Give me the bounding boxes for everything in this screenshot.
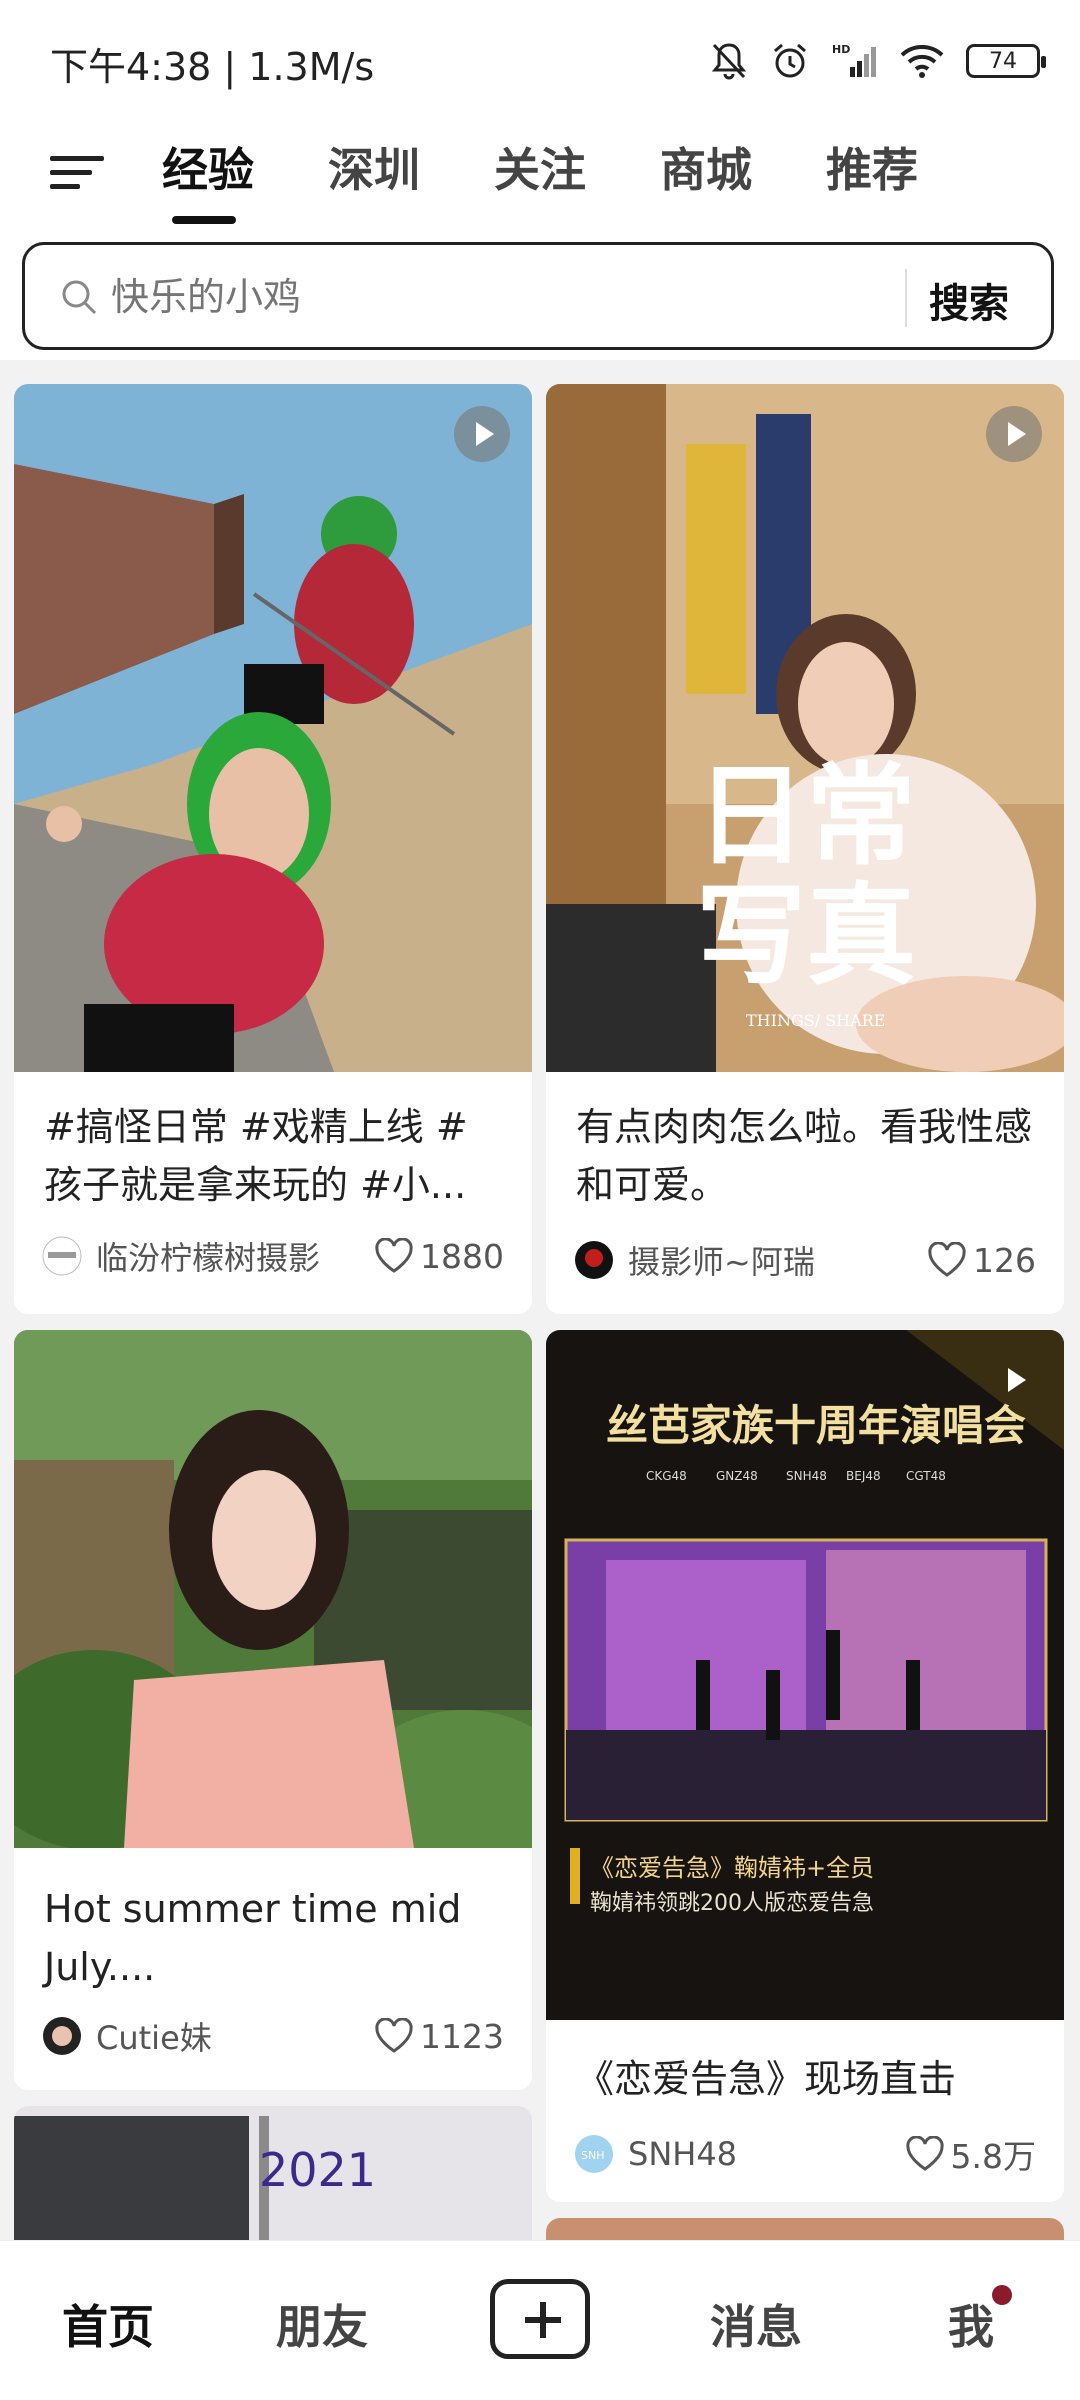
create-post-button[interactable] bbox=[490, 2279, 590, 2359]
post-meta: SNH SNH48 5.8万 bbox=[574, 2130, 1036, 2178]
top-nav: 经验 深圳 关注 商城 推荐 bbox=[0, 120, 1080, 230]
feed-card[interactable]: 日常 写真 THINGS/ SHARE 有点肉肉怎么啦。看我性感和可爱。 摄影师… bbox=[546, 384, 1064, 1314]
alarm-icon bbox=[774, 43, 806, 78]
post-thumbnail bbox=[14, 1330, 532, 1848]
image-caption-text: 《恋爱告急》鞠婧祎+全员 bbox=[590, 1854, 874, 1882]
author-avatar bbox=[575, 1241, 613, 1279]
tab-shangcheng[interactable]: 商城 bbox=[660, 134, 826, 214]
post-thumbnail: 丝芭家族十周年演唱会 CKG48 GNZ48 SNH48 BEJ48 CGT48… bbox=[546, 1330, 1064, 2020]
image-caption-text: CKG48 bbox=[646, 1469, 687, 1483]
like-count[interactable]: 126 bbox=[927, 1241, 1036, 1280]
post-title: #搞怪日常 #戏精上线 #孩子就是拿来玩的 #小... bbox=[44, 1105, 468, 1207]
svg-text:SNH: SNH bbox=[581, 2149, 604, 2162]
like-number: 1123 bbox=[420, 2016, 504, 2056]
post-thumbnail: 日常 写真 THINGS/ SHARE bbox=[546, 384, 1064, 1072]
status-icons: HD 74 bbox=[710, 36, 1046, 86]
feed-card[interactable]: #搞怪日常 #戏精上线 #孩子就是拿来玩的 #小... 临汾柠檬树摄影 1880 bbox=[14, 384, 532, 1314]
image-caption-text: CGT48 bbox=[906, 1469, 946, 1483]
author-name[interactable]: Cutie妹 bbox=[96, 2013, 374, 2059]
signal-icon: HD bbox=[832, 43, 876, 77]
search-bar: 搜索 bbox=[22, 242, 1054, 350]
post-thumbnail bbox=[14, 384, 532, 1072]
tab-tuijian[interactable]: 推荐 bbox=[826, 134, 992, 214]
tab-guanzhu[interactable]: 关注 bbox=[494, 134, 660, 214]
like-number: 1880 bbox=[420, 1236, 504, 1276]
author-avatar bbox=[42, 1236, 82, 1276]
search-area: 搜索 bbox=[0, 230, 1080, 360]
author-name[interactable]: 临汾柠檬树摄影 bbox=[96, 1233, 374, 1279]
search-icon bbox=[62, 280, 97, 315]
video-badge-icon bbox=[986, 406, 1042, 462]
like-count[interactable]: 1123 bbox=[374, 2017, 504, 2056]
nav-friends[interactable]: 朋友 bbox=[276, 2291, 368, 2357]
svg-text:HD: HD bbox=[832, 43, 850, 56]
image-caption-text: 写真 bbox=[696, 872, 916, 1000]
like-number: 5.8万 bbox=[950, 2137, 1036, 2176]
image-caption-text: 鞠婧祎领跳200人版恋爱告急 bbox=[590, 1891, 874, 1916]
heart-icon bbox=[905, 2136, 944, 2171]
nav-me[interactable]: 我 bbox=[948, 2291, 994, 2357]
image-caption-text: SNH48 bbox=[786, 1469, 827, 1483]
feed-card[interactable]: Hot summer time mid July.... Cutie妹 1123 bbox=[14, 1330, 532, 2090]
post-title: 《恋爱告急》现场直击 bbox=[576, 2057, 957, 2101]
like-number: 126 bbox=[973, 1240, 1036, 1280]
status-time-speed: 下午4:38 | 1.3M/s bbox=[50, 45, 375, 89]
nav-messages[interactable]: 消息 bbox=[710, 2291, 802, 2357]
image-caption-text: 2021 bbox=[259, 2143, 376, 2197]
tab-jingyan[interactable]: 经验 bbox=[162, 134, 328, 224]
image-caption-text: THINGS/ SHARE bbox=[746, 1011, 885, 1030]
author-name[interactable]: SNH48 bbox=[628, 2135, 905, 2173]
battery-level: 74 bbox=[989, 48, 1017, 74]
author-name[interactable]: 摄影师~阿瑞 bbox=[628, 1237, 927, 1283]
feed-card[interactable]: 丝芭家族十周年演唱会 CKG48 GNZ48 SNH48 BEJ48 CGT48… bbox=[546, 1330, 1064, 2202]
battery-icon: 74 bbox=[966, 44, 1046, 78]
search-input[interactable] bbox=[111, 269, 891, 325]
post-meta: Cutie妹 1123 bbox=[42, 2012, 504, 2060]
heart-icon bbox=[928, 1242, 966, 1277]
like-count[interactable]: 5.8万 bbox=[905, 2130, 1036, 2178]
bottom-nav: 首页 朋友 消息 我 bbox=[0, 2240, 1080, 2400]
post-title: Hot summer time mid July.... bbox=[44, 1887, 462, 1989]
video-badge-icon bbox=[454, 406, 510, 462]
notification-dot bbox=[992, 2285, 1012, 2305]
nav-home[interactable]: 首页 bbox=[62, 2291, 154, 2357]
video-badge-icon bbox=[986, 1352, 1042, 1408]
author-avatar bbox=[43, 2017, 81, 2055]
heart-icon bbox=[375, 1238, 413, 1273]
status-bar: 下午4:38 | 1.3M/s HD 74 bbox=[0, 0, 1080, 120]
category-tabs: 经验 深圳 关注 商城 推荐 bbox=[162, 134, 992, 224]
image-caption-text: GNZ48 bbox=[716, 1469, 758, 1483]
search-button[interactable]: 搜索 bbox=[929, 271, 1009, 329]
image-caption-text: 丝芭家族十周年演唱会 bbox=[606, 1401, 1026, 1450]
author-avatar: SNH bbox=[575, 2135, 613, 2173]
tab-shenzhen[interactable]: 深圳 bbox=[328, 134, 494, 214]
image-caption-text: BEJ48 bbox=[846, 1469, 881, 1483]
image-caption-text: 日常 bbox=[696, 752, 916, 880]
like-count[interactable]: 1880 bbox=[374, 1237, 504, 1276]
heart-icon bbox=[375, 2018, 413, 2053]
post-meta: 摄影师~阿瑞 126 bbox=[574, 1236, 1036, 1284]
mute-bell-icon bbox=[711, 43, 747, 80]
search-divider bbox=[905, 269, 907, 327]
wifi-icon bbox=[900, 45, 944, 78]
menu-icon[interactable] bbox=[48, 142, 108, 202]
post-meta: 临汾柠檬树摄影 1880 bbox=[42, 1232, 504, 1280]
post-title: 有点肉肉怎么啦。看我性感和可爱。 bbox=[576, 1105, 1033, 1207]
